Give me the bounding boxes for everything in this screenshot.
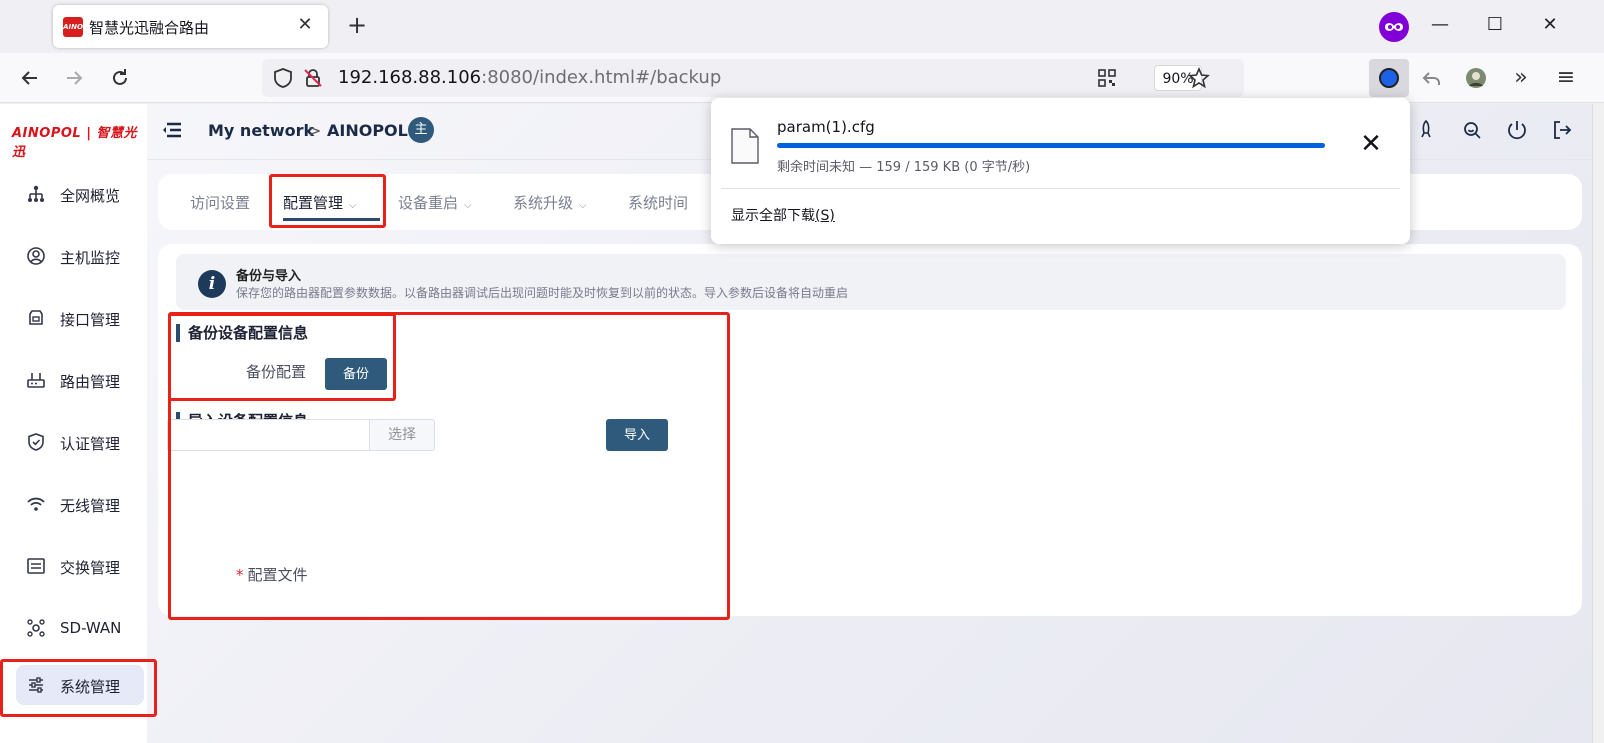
- sidebar-item-label: 认证管理: [60, 435, 121, 453]
- insecure-lock-icon[interactable]: [302, 67, 324, 89]
- tab-access-settings[interactable]: 访问设置: [190, 192, 250, 213]
- interface-icon: [29, 310, 43, 325]
- sidebar-item-label: 交换管理: [60, 559, 121, 577]
- url-text[interactable]: 192.168.88.106:8080/index.html#/backup: [338, 67, 721, 88]
- download-filename[interactable]: param(1).cfg: [777, 118, 875, 136]
- wifi-icon: [27, 497, 45, 511]
- sidebar-item-label: SD-WAN: [60, 619, 122, 637]
- shield-check-icon: [28, 433, 44, 451]
- rocket-icon[interactable]: [1414, 118, 1438, 142]
- reload-icon[interactable]: [104, 63, 136, 93]
- downloads-panel: param(1).cfg 剩余时间未知 — 159 / 159 KB (0 字节…: [711, 98, 1410, 244]
- tab-device-reboot[interactable]: 设备重启 ⌵: [398, 192, 472, 213]
- sidebar-item-label: 主机监控: [60, 249, 121, 267]
- tab-favicon: AINO: [63, 17, 83, 37]
- sidebar-item-routing[interactable]: 路由管理: [16, 360, 144, 400]
- tab-system-upgrade[interactable]: 系统升级 ⌵: [513, 192, 587, 213]
- tab-system-time[interactable]: 系统时间: [628, 192, 688, 213]
- show-all-downloads-link[interactable]: 显示全部下载(S): [731, 205, 835, 225]
- undo-icon[interactable]: [1416, 63, 1448, 93]
- chevron-down-icon: ⌵: [464, 200, 472, 211]
- page-scrollbar[interactable]: [1592, 104, 1604, 743]
- browser-tab-strip: AINO 智慧光迅融合路由 ✕ + — ☐ ✕: [0, 0, 1604, 53]
- sidebar-item-sdwan[interactable]: SD-WAN: [16, 608, 144, 648]
- url-host: 192.168.88.106: [338, 67, 482, 88]
- extension-icon[interactable]: [1369, 59, 1409, 97]
- annotation-box-sections: [168, 312, 730, 620]
- profile-avatar-icon[interactable]: [1460, 63, 1492, 93]
- user-circle-icon: [27, 247, 45, 265]
- topology-icon: [28, 185, 44, 202]
- tab-label: 设备重启: [398, 194, 459, 212]
- private-browsing-icon: [1379, 12, 1409, 42]
- bookmark-star-icon[interactable]: [1188, 66, 1210, 89]
- new-tab-button[interactable]: +: [344, 12, 370, 38]
- breadcrumb-network[interactable]: My network: [208, 121, 314, 140]
- download-cancel-icon[interactable]: ✕: [1357, 130, 1385, 158]
- sidebar-item-interface[interactable]: 接口管理: [16, 298, 144, 338]
- sidebar-toggle-icon[interactable]: [162, 122, 182, 138]
- qr-code-icon[interactable]: [1096, 67, 1118, 89]
- tab-label: 系统时间: [628, 194, 689, 212]
- sidebar-item-host-monitor[interactable]: 主机监控: [16, 236, 144, 276]
- breadcrumb-device[interactable]: AINOPOL: [327, 121, 408, 140]
- sidebar-item-label: 全网概览: [60, 187, 121, 205]
- brand-logo: AINOPOL | 智慧光迅: [12, 126, 137, 160]
- sidebar-item-wireless[interactable]: 无线管理: [16, 484, 144, 524]
- minimize-button[interactable]: —: [1422, 10, 1458, 40]
- browser-tab[interactable]: AINO 智慧光迅融合路由 ✕: [53, 5, 328, 48]
- download-progress-bar: [777, 143, 1325, 148]
- tab-label: 访问设置: [190, 194, 251, 212]
- sidebar-item-overview[interactable]: 全网概览: [16, 174, 144, 214]
- show-all-label: 显示全部下载: [731, 208, 815, 224]
- download-status: 剩余时间未知 — 159 / 159 KB (0 字节/秒): [777, 160, 1031, 175]
- forward-arrow-icon[interactable]: [58, 63, 90, 93]
- info-title: 备份与导入: [236, 269, 302, 284]
- chevron-down-icon: ⌵: [579, 200, 587, 211]
- search-refresh-icon[interactable]: [1460, 118, 1484, 142]
- sidebar-item-label: 路由管理: [60, 373, 121, 391]
- back-arrow-icon[interactable]: [14, 63, 46, 93]
- overflow-chevrons-icon[interactable]: »: [1505, 63, 1537, 93]
- switch-icon: [27, 558, 45, 574]
- info-banner: i 备份与导入 保存您的路由器配置参数数据。以备路由器调试后出现问题时能及时恢复…: [176, 254, 1566, 310]
- sidebar-item-label: 无线管理: [60, 497, 121, 515]
- url-path: :8080/index.html#/backup: [481, 67, 722, 88]
- info-description: 保存您的路由器配置参数数据。以备路由器调试后出现问题时能及时恢复到以前的状态。导…: [236, 286, 849, 300]
- address-bar[interactable]: 192.168.88.106:8080/index.html#/backup 9…: [262, 59, 1244, 97]
- maximize-button[interactable]: ☐: [1477, 10, 1513, 40]
- show-all-accesskey: (S): [815, 208, 835, 224]
- hamburger-menu-icon[interactable]: ≡: [1550, 63, 1582, 93]
- file-icon: [731, 128, 759, 164]
- tab-title: 智慧光迅融合路由: [89, 19, 210, 37]
- sidebar-item-auth[interactable]: 认证管理: [16, 422, 144, 462]
- close-window-button[interactable]: ✕: [1532, 10, 1568, 40]
- annotation-box-sidebar: [0, 659, 157, 717]
- tab-label: 系统升级: [513, 194, 574, 212]
- download-divider: [721, 188, 1400, 189]
- shield-icon[interactable]: [272, 67, 294, 89]
- sdwan-icon: [27, 619, 45, 637]
- download-progress-fill: [777, 143, 1325, 148]
- logout-icon[interactable]: [1550, 118, 1574, 142]
- power-icon[interactable]: [1505, 118, 1529, 142]
- tab-close-icon[interactable]: ✕: [294, 14, 316, 36]
- annotation-box-tab: [269, 174, 386, 228]
- info-icon: i: [198, 270, 226, 298]
- sidebar-item-switch[interactable]: 交换管理: [16, 546, 144, 586]
- breadcrumb-separator: >: [308, 121, 322, 140]
- sidebar: AINOPOL | 智慧光迅 全网概览 主机监控 接口管理 路由管理 认证管理 …: [0, 104, 147, 743]
- router-icon: [27, 373, 45, 388]
- role-badge: 主: [408, 117, 434, 143]
- sidebar-item-label: 接口管理: [60, 311, 121, 329]
- browser-navbar: 192.168.88.106:8080/index.html#/backup 9…: [0, 53, 1604, 103]
